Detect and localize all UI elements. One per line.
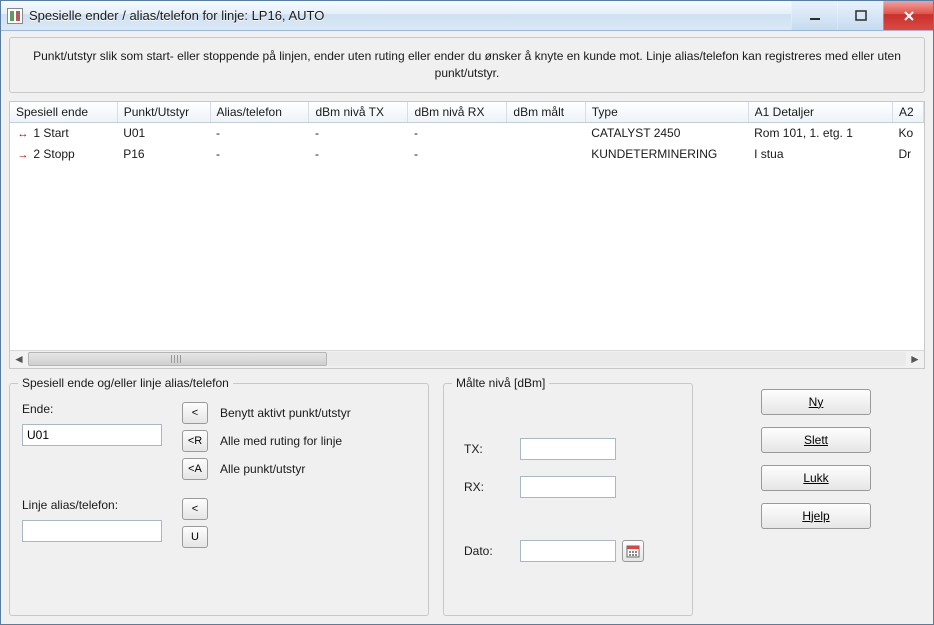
- col-dbm-tx[interactable]: dBm nivå TX: [309, 102, 408, 123]
- data-grid[interactable]: Spesiell ende Punkt/Utstyr Alias/telefon…: [9, 101, 925, 369]
- bottom-panels: Spesiell ende og/eller linje alias/telef…: [9, 383, 925, 616]
- cell-tx: -: [309, 122, 408, 143]
- maximize-icon: [855, 10, 867, 22]
- col-a2[interactable]: A2: [892, 102, 923, 123]
- alias-label: Linje alias/telefon:: [22, 498, 118, 512]
- tx-label: TX:: [464, 442, 514, 456]
- dato-input[interactable]: [520, 540, 616, 562]
- malte-niva-group: Målte nivå [dBm] TX: RX: Dato:: [443, 383, 693, 616]
- dialog-window: Spesielle ender / alias/telefon for linj…: [0, 0, 934, 625]
- minimize-button[interactable]: [791, 1, 837, 30]
- cell-alias: -: [210, 143, 309, 164]
- cell-tx: -: [309, 143, 408, 164]
- cell-type: KUNDETERMINERING: [585, 143, 748, 164]
- cell-type: CATALYST 2450: [585, 122, 748, 143]
- calendar-icon: [626, 544, 640, 558]
- cell-ende: 2 Stopp: [33, 147, 74, 161]
- window-controls: [791, 1, 933, 30]
- col-type[interactable]: Type: [585, 102, 748, 123]
- cell-ende: 1 Start: [33, 126, 68, 140]
- ny-button[interactable]: Ny: [761, 389, 871, 415]
- ende-alias-legend: Spesiell ende og/eller linje alias/telef…: [18, 376, 233, 390]
- row-icon: →: [16, 149, 30, 161]
- cell-alias: -: [210, 122, 309, 143]
- cell-malt: [507, 143, 585, 164]
- btn-lt[interactable]: <: [182, 402, 208, 424]
- action-buttons: Ny Slett Lukk Hjelp: [707, 383, 925, 616]
- tx-input[interactable]: [520, 438, 616, 460]
- btn-ltR[interactable]: <R: [182, 430, 208, 452]
- row-icon: ↔: [16, 128, 30, 140]
- ende-input[interactable]: [22, 424, 162, 446]
- table-row[interactable]: → 2 Stopp P16 - - - KUNDETERMINERING I s…: [10, 143, 924, 164]
- col-spesiell-ende[interactable]: Spesiell ende: [10, 102, 117, 123]
- cell-malt: [507, 122, 585, 143]
- scroll-thumb[interactable]: [28, 352, 327, 366]
- ende-alias-group: Spesiell ende og/eller linje alias/telef…: [9, 383, 429, 616]
- table-row[interactable]: ↔ 1 Start U01 - - - CATALYST 2450 Rom 10…: [10, 122, 924, 143]
- helper-ltR: Alle med ruting for linje: [220, 434, 351, 448]
- app-icon: [7, 8, 23, 24]
- col-dbm-rx[interactable]: dBm nivå RX: [408, 102, 507, 123]
- helper-ltA: Alle punkt/utstyr: [220, 462, 351, 476]
- cell-rx: -: [408, 122, 507, 143]
- titlebar: Spesielle ender / alias/telefon for linj…: [1, 1, 933, 31]
- cell-rx: -: [408, 143, 507, 164]
- cell-a2: Dr: [892, 143, 923, 164]
- btn-ltA[interactable]: <A: [182, 458, 208, 480]
- rx-input[interactable]: [520, 476, 616, 498]
- dato-label: Dato:: [464, 544, 514, 558]
- cell-a1: Rom 101, 1. etg. 1: [748, 122, 892, 143]
- malte-niva-legend: Målte nivå [dBm]: [452, 376, 549, 390]
- scroll-track[interactable]: [28, 352, 906, 366]
- scroll-left-arrow[interactable]: ◄: [10, 351, 28, 368]
- helper-lt: Benytt aktivt punkt/utstyr: [220, 406, 351, 420]
- slett-button[interactable]: Slett: [761, 427, 871, 453]
- minimize-icon: [809, 10, 821, 22]
- table-header-row: Spesiell ende Punkt/Utstyr Alias/telefon…: [10, 102, 924, 123]
- calendar-button[interactable]: [622, 540, 644, 562]
- ende-label: Ende:: [22, 402, 53, 416]
- lukk-button[interactable]: Lukk: [761, 465, 871, 491]
- btn-alias-lt[interactable]: <: [182, 498, 208, 520]
- maximize-button[interactable]: [837, 1, 883, 30]
- scroll-right-arrow[interactable]: ►: [906, 351, 924, 368]
- cell-punkt: P16: [117, 143, 210, 164]
- hjelp-button[interactable]: Hjelp: [761, 503, 871, 529]
- cell-punkt: U01: [117, 122, 210, 143]
- client-area: Punkt/utstyr slik som start- eller stopp…: [1, 31, 933, 624]
- col-dbm-malt[interactable]: dBm målt: [507, 102, 585, 123]
- close-button[interactable]: [883, 1, 933, 30]
- btn-U[interactable]: U: [182, 526, 208, 548]
- col-a1-detaljer[interactable]: A1 Detaljer: [748, 102, 892, 123]
- info-text: Punkt/utstyr slik som start- eller stopp…: [9, 37, 925, 93]
- horizontal-scrollbar[interactable]: ◄ ►: [10, 350, 924, 368]
- col-alias-telefon[interactable]: Alias/telefon: [210, 102, 309, 123]
- window-title: Spesielle ender / alias/telefon for linj…: [29, 8, 791, 23]
- col-punkt-utstyr[interactable]: Punkt/Utstyr: [117, 102, 210, 123]
- rx-label: RX:: [464, 480, 514, 494]
- alias-input[interactable]: [22, 520, 162, 542]
- cell-a1: I stua: [748, 143, 892, 164]
- cell-a2: Ko: [892, 122, 923, 143]
- close-icon: [902, 9, 916, 23]
